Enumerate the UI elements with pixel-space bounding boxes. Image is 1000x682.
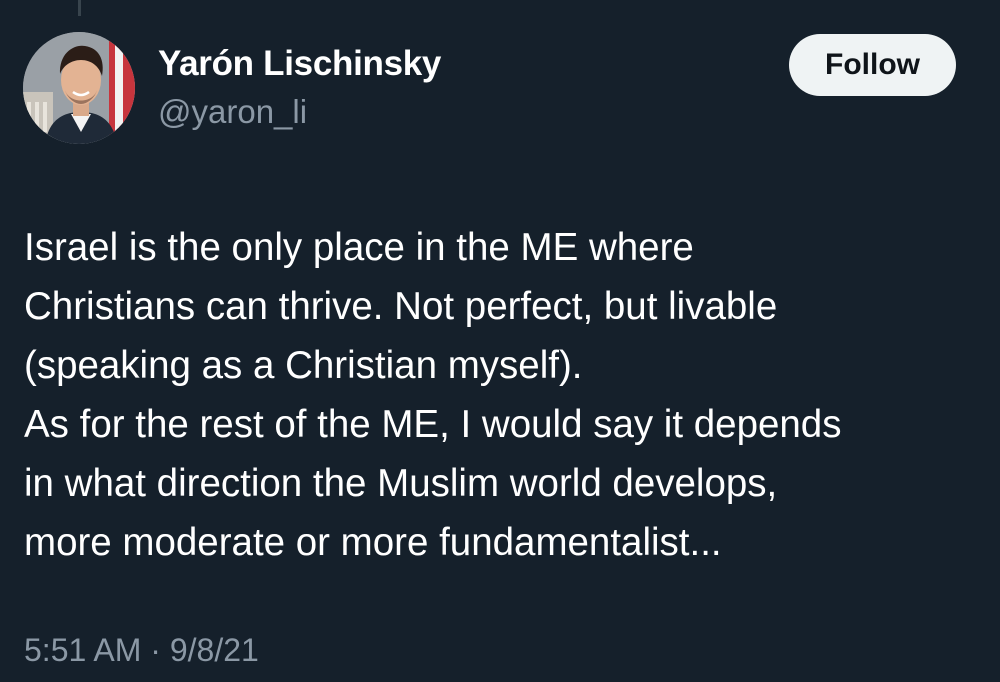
avatar-photo-icon <box>23 32 135 144</box>
tweet-text: Israel is the only place in the ME where… <box>24 218 974 572</box>
follow-button[interactable]: Follow <box>789 34 956 96</box>
author-handle[interactable]: @yaron_li <box>158 93 307 131</box>
tweet-date[interactable]: 9/8/21 <box>170 632 259 668</box>
tweet-text-line: (speaking as a Christian myself). <box>24 344 583 387</box>
tweet-text-line: more moderate or more fundamentalist... <box>24 521 722 564</box>
tweet-card: Yarón Lischinsky @yaron_li Follow Israel… <box>0 0 1000 682</box>
author-display-name[interactable]: Yarón Lischinsky <box>158 44 441 84</box>
tweet-text-line: in what direction the Muslim world devel… <box>24 462 778 505</box>
avatar[interactable] <box>23 32 135 144</box>
tweet-text-line: As for the rest of the ME, I would say i… <box>24 403 842 446</box>
tweet-timestamp[interactable]: 5:51 AM · 9/8/21 <box>24 632 259 669</box>
tweet-text-line: Israel is the only place in the ME where <box>24 226 694 269</box>
timestamp-separator: · <box>150 632 161 668</box>
tweet-text-line: Christians can thrive. Not perfect, but … <box>24 285 778 328</box>
tweet-time[interactable]: 5:51 AM <box>24 632 141 668</box>
thread-connector-line <box>78 0 81 16</box>
